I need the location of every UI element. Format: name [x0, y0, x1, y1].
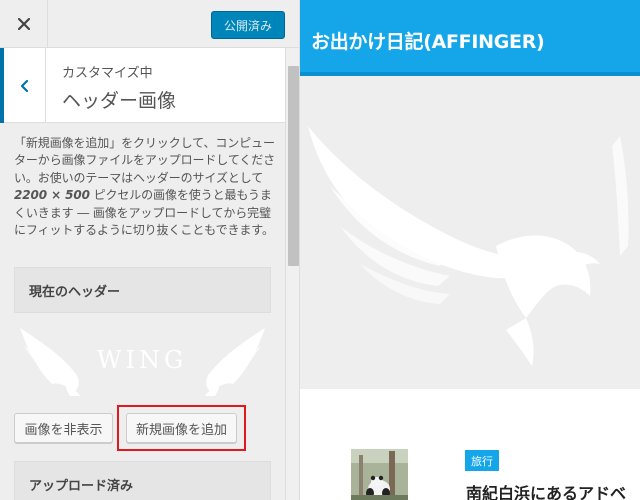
site-preview: お出かけ日記(AFFINGER) 旅行 南紀白浜にあるアドベ	[300, 0, 640, 500]
current-header-thumbnail[interactable]: WING	[14, 316, 271, 398]
section-header: カスタマイズ中 ヘッダー画像	[0, 48, 285, 123]
wing-logo-thumbnail: WING	[20, 328, 265, 396]
back-button[interactable]	[0, 48, 46, 123]
close-button[interactable]	[0, 0, 48, 48]
header-image-area	[300, 76, 640, 389]
current-header-label: 現在のヘッダー	[14, 267, 271, 313]
sidebar-scrollbar[interactable]	[285, 48, 299, 500]
post-thumbnail[interactable]	[351, 449, 408, 500]
wing-logo-text: WING	[97, 346, 187, 374]
publish-button[interactable]: 公開済み	[211, 11, 285, 39]
post-title[interactable]: 南紀白浜にあるアドベ	[466, 480, 626, 500]
customizer-topbar: 公開済み	[0, 0, 299, 48]
customizer-sidebar: 公開済み カスタマイズ中 ヘッダー画像 「新規画像を追加」をクリックして、コンピ…	[0, 0, 300, 500]
recommended-size: 2200 × 500	[14, 188, 90, 203]
chevron-left-icon	[20, 79, 28, 92]
scrollbar-thumb[interactable]	[288, 66, 299, 266]
breadcrumb: カスタマイズ中	[62, 66, 153, 81]
site-header-bar: お出かけ日記(AFFINGER)	[300, 0, 640, 76]
uploaded-images-label: アップロード済み	[14, 461, 271, 500]
panda-photo-icon	[351, 449, 408, 500]
site-title[interactable]: お出かけ日記(AFFINGER)	[311, 27, 545, 54]
description-text: 「新規画像を追加」をクリックして、コンピューターから画像ファイルをアップロードし…	[14, 136, 276, 185]
section-title: ヘッダー画像	[62, 90, 177, 112]
hide-image-button[interactable]: 画像を非表示	[14, 413, 113, 443]
category-badge[interactable]: 旅行	[465, 450, 499, 471]
header-image-description: 「新規画像を追加」をクリックして、コンピューターから画像ファイルをアップロードし…	[14, 135, 276, 239]
eagle-watermark-icon	[308, 126, 629, 366]
close-icon	[17, 18, 30, 30]
highlight-annotation	[117, 405, 246, 451]
